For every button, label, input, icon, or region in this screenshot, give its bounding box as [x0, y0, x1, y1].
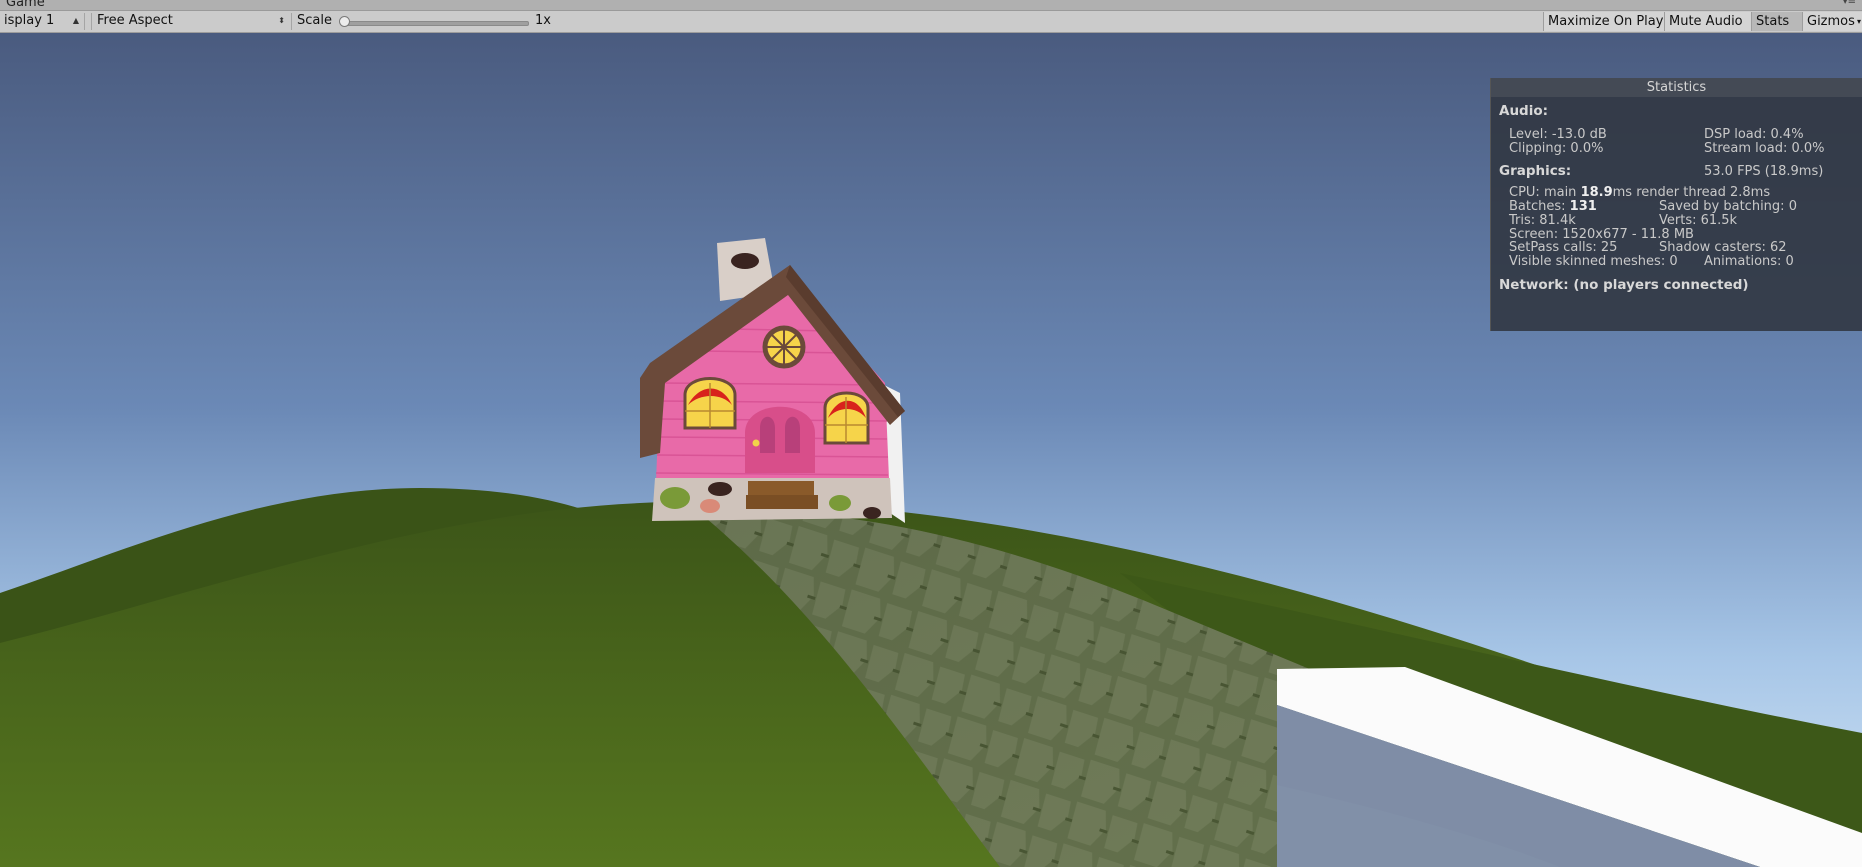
statistics-title: Statistics [1491, 78, 1862, 97]
aspect-dropdown-label: Free Aspect [97, 13, 173, 28]
graphics-setpass: SetPass calls: 25 [1509, 240, 1618, 255]
graphics-shadow-casters: Shadow casters: 62 [1659, 240, 1787, 255]
dropdown-arrows-icon: ▲ [72, 16, 79, 25]
scale-value: 1x [535, 13, 551, 28]
window-title: Game [6, 0, 45, 10]
graphics-animations: Animations: 0 [1704, 254, 1794, 269]
batches-prefix: Batches: [1509, 199, 1570, 214]
audio-dsp-load: DSP load: 0.4% [1704, 127, 1804, 142]
audio-clipping: Clipping: 0.0% [1509, 141, 1604, 156]
graphics-batches: Batches: 131 [1509, 199, 1597, 214]
graphics-cpu: CPU: main 18.9ms render thread 2.8ms [1509, 185, 1770, 200]
audio-stream-load: Stream load: 0.0% [1704, 141, 1825, 156]
maximize-on-play-button[interactable]: Maximize On Play [1543, 12, 1664, 31]
scale-slider-thumb[interactable] [339, 16, 350, 27]
graphics-fps: 53.0 FPS (18.9ms) [1704, 164, 1824, 179]
window-menu-icon[interactable]: ▾≡ [1843, 0, 1856, 7]
stats-button[interactable]: Stats [1751, 12, 1802, 31]
chevron-down-icon: ▾ [1856, 17, 1861, 26]
game-viewport[interactable]: Statistics Audio: Level: -13.0 dB DSP lo… [0, 33, 1862, 867]
mute-audio-button[interactable]: Mute Audio [1664, 12, 1751, 31]
gizmos-button[interactable]: Gizmos ▾ [1802, 12, 1862, 31]
graphics-verts: Verts: 61.5k [1659, 213, 1738, 228]
cpu-prefix: CPU: main [1509, 185, 1581, 200]
batches-value: 131 [1569, 199, 1597, 214]
toolbar-divider [291, 13, 292, 30]
scale-label: Scale [297, 13, 332, 28]
scale-slider-track[interactable] [345, 21, 529, 26]
aspect-dropdown[interactable]: Free Aspect ⬍ [93, 12, 289, 30]
graphics-skinned-meshes: Visible skinned meshes: 0 [1509, 254, 1678, 269]
toolbar-divider [91, 13, 92, 30]
audio-header: Audio: [1499, 103, 1549, 119]
graphics-header: Graphics: [1499, 163, 1572, 179]
cpu-suffix: ms render thread 2.8ms [1612, 185, 1771, 200]
game-toolbar: isplay 1 ▲ Free Aspect ⬍ Scale 1x Maximi… [0, 11, 1862, 33]
dropdown-arrows-icon: ⬍ [278, 16, 285, 25]
graphics-saved-by-batching: Saved by batching: 0 [1659, 199, 1797, 214]
display-dropdown-label: isplay 1 [4, 13, 55, 28]
graphics-tris: Tris: 81.4k [1509, 213, 1576, 228]
gizmos-button-label: Gizmos [1807, 14, 1855, 29]
window-titlebar: Game ▾≡ [0, 0, 1862, 11]
toolbar-divider [84, 13, 85, 30]
network-status: Network: (no players connected) [1499, 277, 1749, 293]
audio-level: Level: -13.0 dB [1509, 127, 1607, 142]
display-dropdown[interactable]: isplay 1 ▲ [0, 12, 82, 30]
cpu-main-value: 18.9 [1580, 185, 1613, 200]
statistics-panel: Statistics Audio: Level: -13.0 dB DSP lo… [1490, 78, 1862, 331]
